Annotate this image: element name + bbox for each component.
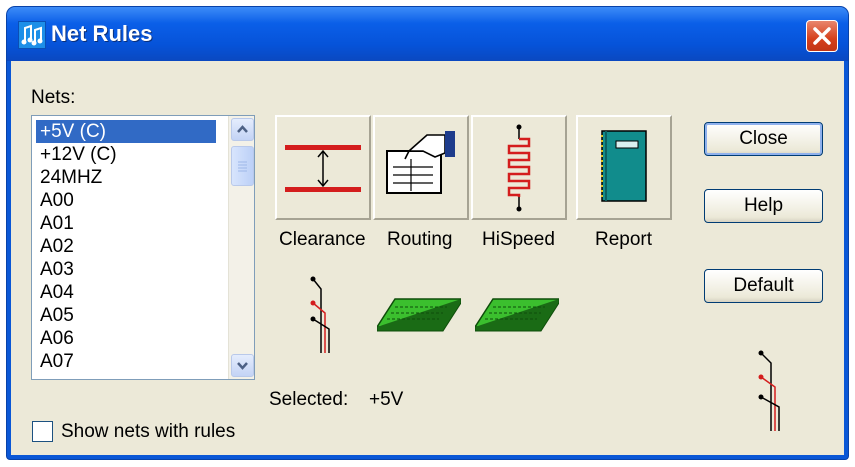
list-item[interactable]: A07 xyxy=(36,350,216,373)
list-item[interactable]: 24MHZ xyxy=(36,166,216,189)
list-item[interactable]: A03 xyxy=(36,258,216,281)
help-button[interactable]: Help xyxy=(704,189,823,223)
close-button[interactable]: Close xyxy=(704,122,823,156)
list-item[interactable]: A00 xyxy=(36,189,216,212)
clearance-icon xyxy=(285,145,361,192)
grip-icon xyxy=(238,161,247,172)
pin-pair-icon xyxy=(758,350,780,431)
routing-button[interactable] xyxy=(373,115,469,220)
scroll-down-button[interactable] xyxy=(231,354,254,377)
hispeed-label: HiSpeed xyxy=(482,229,555,250)
dialog-body: Nets: +5V (C) +12V (C) 24MHZ A00 A01 A02… xyxy=(11,61,844,455)
selected-label: Selected: xyxy=(269,389,349,410)
scroll-thumb[interactable] xyxy=(231,146,254,186)
show-nets-with-rules-checkbox[interactable] xyxy=(32,421,53,442)
pcb-board-icon xyxy=(475,298,559,332)
chevron-up-icon xyxy=(237,125,248,133)
app-icon xyxy=(18,21,46,49)
close-window-button[interactable] xyxy=(806,20,838,52)
default-button[interactable]: Default xyxy=(704,269,823,303)
title-bar[interactable]: Net Rules xyxy=(7,7,848,61)
show-nets-with-rules-label[interactable]: Show nets with rules xyxy=(61,421,235,443)
selected-value: +5V xyxy=(369,389,404,410)
chevron-down-icon xyxy=(237,362,248,370)
routing-label: Routing xyxy=(387,229,453,250)
close-icon xyxy=(813,27,831,45)
net-rules-dialog: Net Rules Nets: +5V (C) +12V (C) 24MHZ A… xyxy=(7,7,848,459)
list-item[interactable]: A04 xyxy=(36,281,216,304)
report-book-icon xyxy=(601,130,647,202)
hispeed-resistor-icon xyxy=(507,124,531,212)
window-title: Net Rules xyxy=(51,21,153,46)
list-item[interactable]: A06 xyxy=(36,327,216,350)
scroll-up-button[interactable] xyxy=(231,118,254,141)
clearance-label: Clearance xyxy=(279,229,366,250)
list-item[interactable]: +12V (C) xyxy=(36,143,216,166)
nets-scrollbar[interactable] xyxy=(228,116,254,379)
clearance-button[interactable] xyxy=(275,115,371,220)
routing-hand-icon xyxy=(386,131,455,194)
report-button[interactable] xyxy=(576,115,672,220)
nets-label: Nets: xyxy=(31,87,76,108)
hispeed-button[interactable] xyxy=(471,115,567,220)
list-item[interactable]: +5V (C) xyxy=(36,120,216,143)
list-item[interactable]: A01 xyxy=(36,212,216,235)
list-item[interactable]: A05 xyxy=(36,304,216,327)
list-item[interactable]: A02 xyxy=(36,235,216,258)
pin-pair-icon xyxy=(310,276,330,353)
report-label: Report xyxy=(595,229,653,250)
pcb-board-icon xyxy=(377,298,461,332)
nets-listbox[interactable]: +5V (C) +12V (C) 24MHZ A00 A01 A02 A03 A… xyxy=(31,115,255,380)
